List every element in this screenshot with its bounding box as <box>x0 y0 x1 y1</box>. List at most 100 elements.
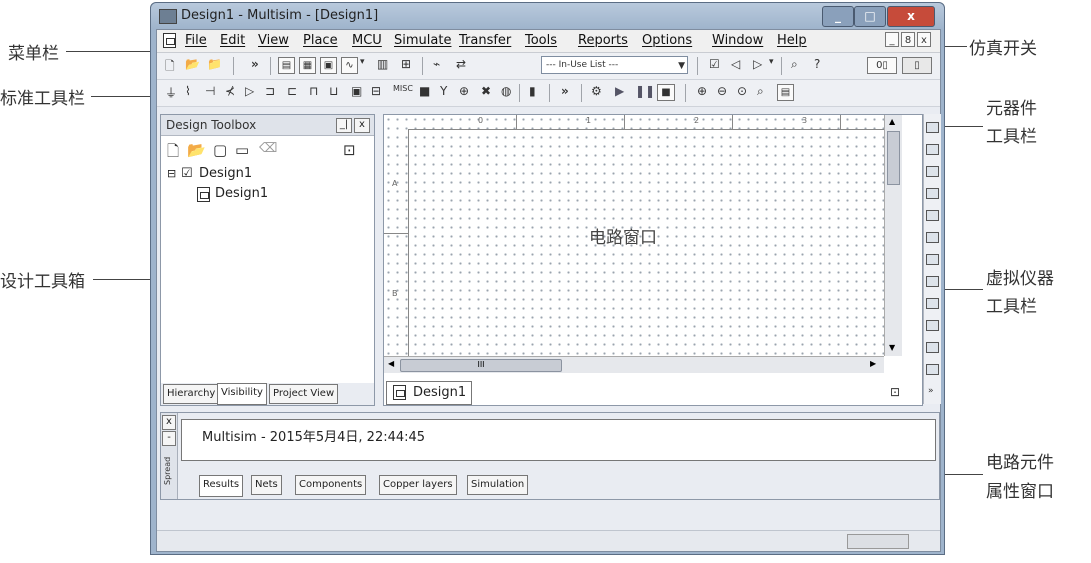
close-button[interactable]: x <box>887 6 935 27</box>
delete-icon[interactable]: ⌫ <box>259 141 277 156</box>
toolbox-close-button[interactable]: x <box>354 118 370 133</box>
scroll-left-icon[interactable]: ◀ <box>388 359 394 368</box>
vertical-scrollbar[interactable]: ▲ ▼ <box>884 115 902 356</box>
check-icon[interactable]: ☑ <box>709 57 720 71</box>
forward-annotate-icon[interactable]: ▷ <box>753 57 762 71</box>
menu-options[interactable]: Options <box>642 33 692 48</box>
full-screen-icon[interactable]: ▤ <box>777 84 794 101</box>
toolbox-pin-button[interactable]: _| <box>336 118 352 133</box>
power-icon[interactable]: ⊟ <box>371 84 381 98</box>
electromechanical-icon[interactable]: ⊕ <box>459 84 469 98</box>
frequency-counter-icon[interactable] <box>926 254 939 265</box>
grapher-icon[interactable]: ∿ <box>341 57 358 74</box>
pause-icon[interactable]: ❚❚ <box>635 84 655 98</box>
spreadsheet-close-button[interactable]: x <box>162 415 176 430</box>
menu-help[interactable]: Help <box>777 33 807 48</box>
overflow-chevron-icon[interactable]: » <box>251 57 259 71</box>
more-instruments-icon[interactable]: » <box>928 386 934 396</box>
design-toolbox-toggle-icon[interactable]: ▤ <box>278 57 295 74</box>
new-file-icon[interactable]: 🗋 <box>165 57 175 78</box>
source-icon[interactable]: ⏚ <box>165 84 177 101</box>
menu-view[interactable]: View <box>258 33 289 48</box>
overflow-chevron-icon[interactable]: » <box>561 84 569 98</box>
in-use-list-dropdown[interactable]: --- In-Use List --- ▼ <box>541 56 688 74</box>
wattmeter-icon[interactable] <box>926 166 939 177</box>
transistor-icon[interactable]: ⊀ <box>225 84 235 98</box>
tab-project-view[interactable]: Project View <box>269 384 339 404</box>
database-icon[interactable]: ▥ <box>377 57 388 71</box>
minimize-button[interactable]: _ <box>822 6 854 27</box>
mdi-minimize-button[interactable]: _ <box>885 32 899 47</box>
word-generator-icon[interactable] <box>926 276 939 287</box>
iv-analyzer-icon[interactable] <box>926 342 939 353</box>
simulation-switch-on-icon[interactable]: ▯ <box>902 57 932 74</box>
help-icon[interactable]: ? <box>814 57 820 71</box>
title-bar[interactable]: Design1 - Multisim - [Design1] _ □ x <box>151 3 944 29</box>
tab-results[interactable]: Results <box>199 475 244 497</box>
ttl-icon[interactable]: ⊐ <box>265 84 275 98</box>
indicator-icon[interactable]: ▣ <box>351 84 362 98</box>
misc-digital-icon[interactable]: ⊓ <box>309 84 318 98</box>
save-icon[interactable]: ▢ <box>213 141 227 159</box>
back-annotate-icon[interactable]: ◁ <box>731 57 740 71</box>
logic-analyzer-icon[interactable] <box>926 298 939 309</box>
simulation-switch-off-icon[interactable]: 0▯ <box>867 57 897 74</box>
menu-file[interactable]: File <box>185 33 207 48</box>
schematic-canvas[interactable]: 0 1 2 3 A B 电路窗口 <box>384 115 884 356</box>
open-folder-icon[interactable]: 📂 <box>185 57 200 71</box>
menu-simulate[interactable]: Simulate <box>394 33 451 48</box>
connector-icon[interactable]: ◍ <box>501 84 511 98</box>
tab-copper-layers[interactable]: Copper layers <box>379 475 457 495</box>
checkbox-icon[interactable]: ☑ <box>181 166 193 181</box>
tab-components[interactable]: Components <box>295 475 367 495</box>
tree-collapse-icon[interactable]: ⊟ <box>167 167 176 180</box>
zoom-out-icon[interactable]: ⊖ <box>717 84 727 98</box>
menu-edit[interactable]: Edit <box>220 33 245 48</box>
logic-converter-icon[interactable] <box>926 320 939 331</box>
open-icon[interactable]: 📂 <box>187 141 206 159</box>
zoom-in-icon[interactable]: ⊕ <box>697 84 707 98</box>
rf-icon[interactable]: Y <box>440 84 447 98</box>
tree-root-design[interactable]: Design1 <box>199 166 252 181</box>
postprocessor-icon[interactable]: ⊞ <box>401 57 411 71</box>
scroll-right-icon[interactable]: ▶ <box>870 359 876 368</box>
mixed-icon[interactable]: ⊔ <box>329 84 338 98</box>
scroll-down-icon[interactable]: ▼ <box>889 343 895 352</box>
new-design-icon[interactable]: 🗋 <box>167 141 179 166</box>
distortion-analyzer-icon[interactable] <box>926 364 939 375</box>
advanced-peripherals-icon[interactable]: ■ <box>419 84 430 98</box>
menu-place[interactable]: Place <box>303 33 338 48</box>
dropdown-arrow-icon[interactable]: ▾ <box>360 57 365 67</box>
tab-nets[interactable]: Nets <box>251 475 282 495</box>
horizontal-scroll-thumb[interactable]: III <box>400 359 562 372</box>
layout-icon[interactable]: ⊡ <box>890 385 900 399</box>
dropdown-arrow-icon[interactable]: ▾ <box>769 57 774 67</box>
bode-plotter-icon[interactable] <box>926 232 939 243</box>
analog-icon[interactable]: ▷ <box>245 84 254 98</box>
tree-child-design[interactable]: Design1 <box>215 186 268 201</box>
menu-window[interactable]: Window <box>712 33 763 48</box>
misc-icon[interactable]: MISC <box>393 84 413 93</box>
document-icon[interactable] <box>163 33 176 48</box>
component-wizard-icon[interactable]: ▣ <box>320 57 337 74</box>
menu-transfer[interactable]: Transfer <box>459 33 511 48</box>
maximize-button[interactable]: □ <box>854 6 886 27</box>
menu-reports[interactable]: Reports <box>578 33 628 48</box>
cmos-icon[interactable]: ⊏ <box>287 84 297 98</box>
diode-icon[interactable]: ⊣ <box>205 84 215 98</box>
function-generator-icon[interactable] <box>926 144 939 155</box>
mdi-restore-button[interactable]: 8 <box>901 32 915 47</box>
tab-simulation[interactable]: Simulation <box>467 475 529 495</box>
electrical-rules-icon[interactable]: ⌁ <box>433 57 440 71</box>
vertical-scroll-thumb[interactable] <box>887 131 900 185</box>
stop-icon[interactable]: ■ <box>657 84 675 101</box>
scroll-up-icon[interactable]: ▲ <box>889 117 895 126</box>
menu-mcu[interactable]: MCU <box>352 33 382 48</box>
properties-icon[interactable]: ⊡ <box>343 141 356 159</box>
search-icon[interactable]: ⌕ <box>791 57 798 72</box>
tab-hierarchy[interactable]: Hierarchy <box>163 384 220 404</box>
four-channel-oscilloscope-icon[interactable] <box>926 210 939 221</box>
tab-visibility[interactable]: Visibility <box>217 383 267 405</box>
interactive-simulation-icon[interactable]: ⚙ <box>591 84 602 98</box>
multimeter-icon[interactable] <box>926 122 939 133</box>
